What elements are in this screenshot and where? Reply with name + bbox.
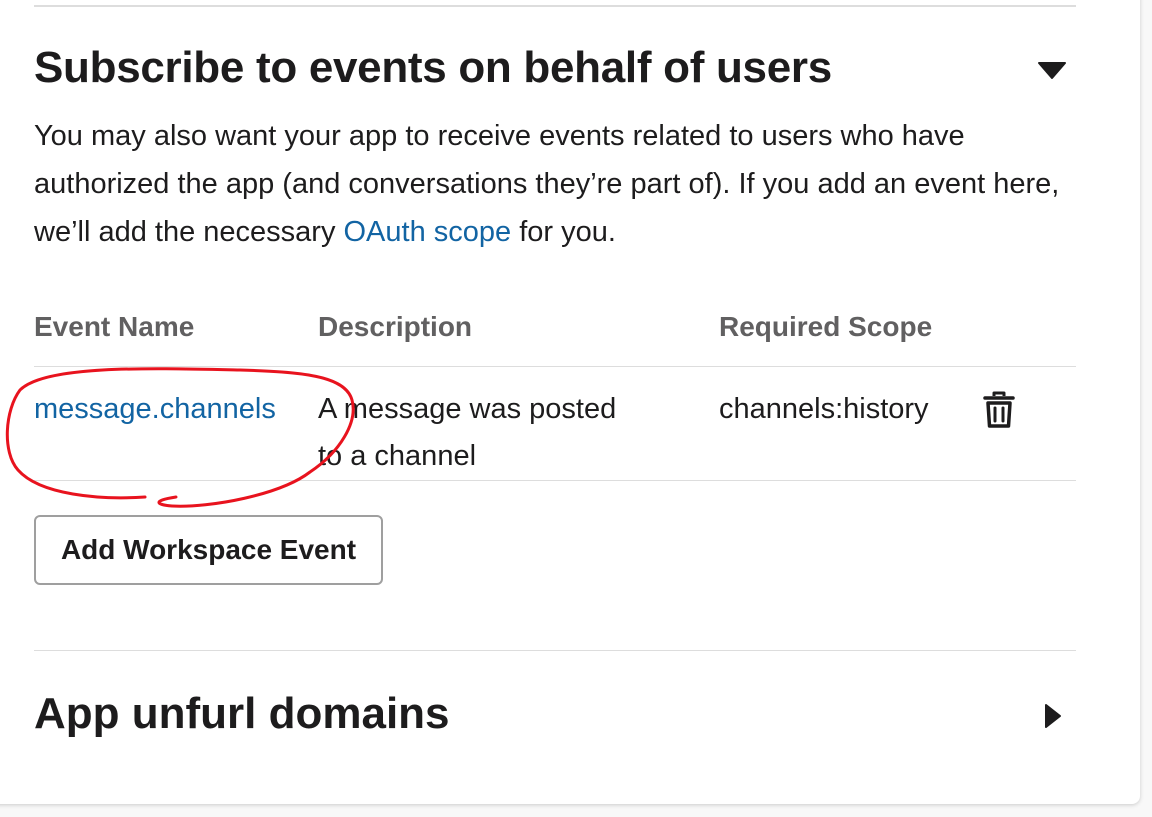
unfurl-section-title: App unfurl domains xyxy=(34,689,450,738)
caret-down-icon[interactable] xyxy=(1036,58,1068,82)
table-header-divider xyxy=(34,366,1076,367)
section-divider xyxy=(34,5,1076,7)
column-header-required-scope: Required Scope xyxy=(719,311,933,342)
subscribe-section-title: Subscribe to events on behalf of users xyxy=(34,43,832,92)
event-description: A message was posted to a channel xyxy=(318,393,617,472)
add-workspace-event-button[interactable]: Add Workspace Event xyxy=(34,515,383,585)
event-name-link[interactable]: message.channels xyxy=(34,393,276,425)
trash-icon[interactable] xyxy=(982,390,1016,430)
subscribe-section-description: You may also want your app to receive ev… xyxy=(34,112,1094,256)
column-header-description: Description xyxy=(318,311,473,342)
column-header-event-name: Event Name xyxy=(34,311,195,342)
oauth-scope-link[interactable]: OAuth scope xyxy=(344,216,512,248)
caret-right-icon[interactable] xyxy=(1040,700,1064,732)
intro-text-end: for you. xyxy=(511,216,616,248)
section-divider xyxy=(34,650,1076,651)
table-row-divider xyxy=(34,480,1076,481)
event-required-scope: channels:history xyxy=(719,393,929,425)
